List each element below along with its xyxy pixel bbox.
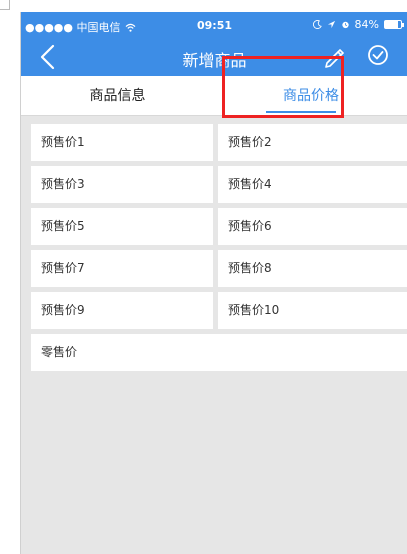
retail-price-input[interactable]: 零售价 [31, 334, 407, 371]
presale-price-10-input[interactable]: 预售价10 [218, 292, 407, 329]
presale-price-5-input[interactable]: 预售价5 [31, 208, 213, 245]
tab-bar: 商品信息 商品价格 [21, 76, 407, 116]
phone-screen: ●●●●● 中国电信 09:51 84% 新增商品 商品信息 商品价格 预售价1… [20, 12, 407, 554]
presale-price-6-input[interactable]: 预售价6 [218, 208, 407, 245]
page-corner-mark [0, 0, 10, 10]
annotation-highlight-box [222, 56, 344, 118]
page-title: 新增商品 [182, 51, 247, 70]
presale-price-3-input[interactable]: 预售价3 [31, 166, 213, 203]
battery-percent: 84% [354, 18, 379, 31]
presale-price-9-input[interactable]: 预售价9 [31, 292, 213, 329]
battery-fill [385, 21, 399, 28]
moon-icon [312, 20, 322, 29]
presale-price-4-input[interactable]: 预售价4 [218, 166, 407, 203]
presale-price-8-input[interactable]: 预售价8 [218, 250, 407, 287]
confirm-check-icon [368, 45, 388, 65]
confirm-button[interactable] [366, 43, 390, 67]
battery-icon [384, 20, 404, 29]
presale-price-2-input[interactable]: 预售价2 [218, 124, 407, 161]
screenshot-page: ●●●●● 中国电信 09:51 84% 新增商品 商品信息 商品价格 预售价1… [0, 0, 407, 554]
presale-price-1-input[interactable]: 预售价1 [31, 124, 213, 161]
presale-price-7-input[interactable]: 预售价7 [31, 250, 213, 287]
tab-product-info[interactable]: 商品信息 [21, 76, 214, 116]
nav-bar: 新增商品 [21, 36, 407, 76]
status-bar-right: 84% [312, 18, 404, 31]
location-icon [327, 20, 335, 29]
alarm-icon [341, 21, 349, 29]
status-bar: ●●●●● 中国电信 09:51 84% [21, 12, 407, 36]
